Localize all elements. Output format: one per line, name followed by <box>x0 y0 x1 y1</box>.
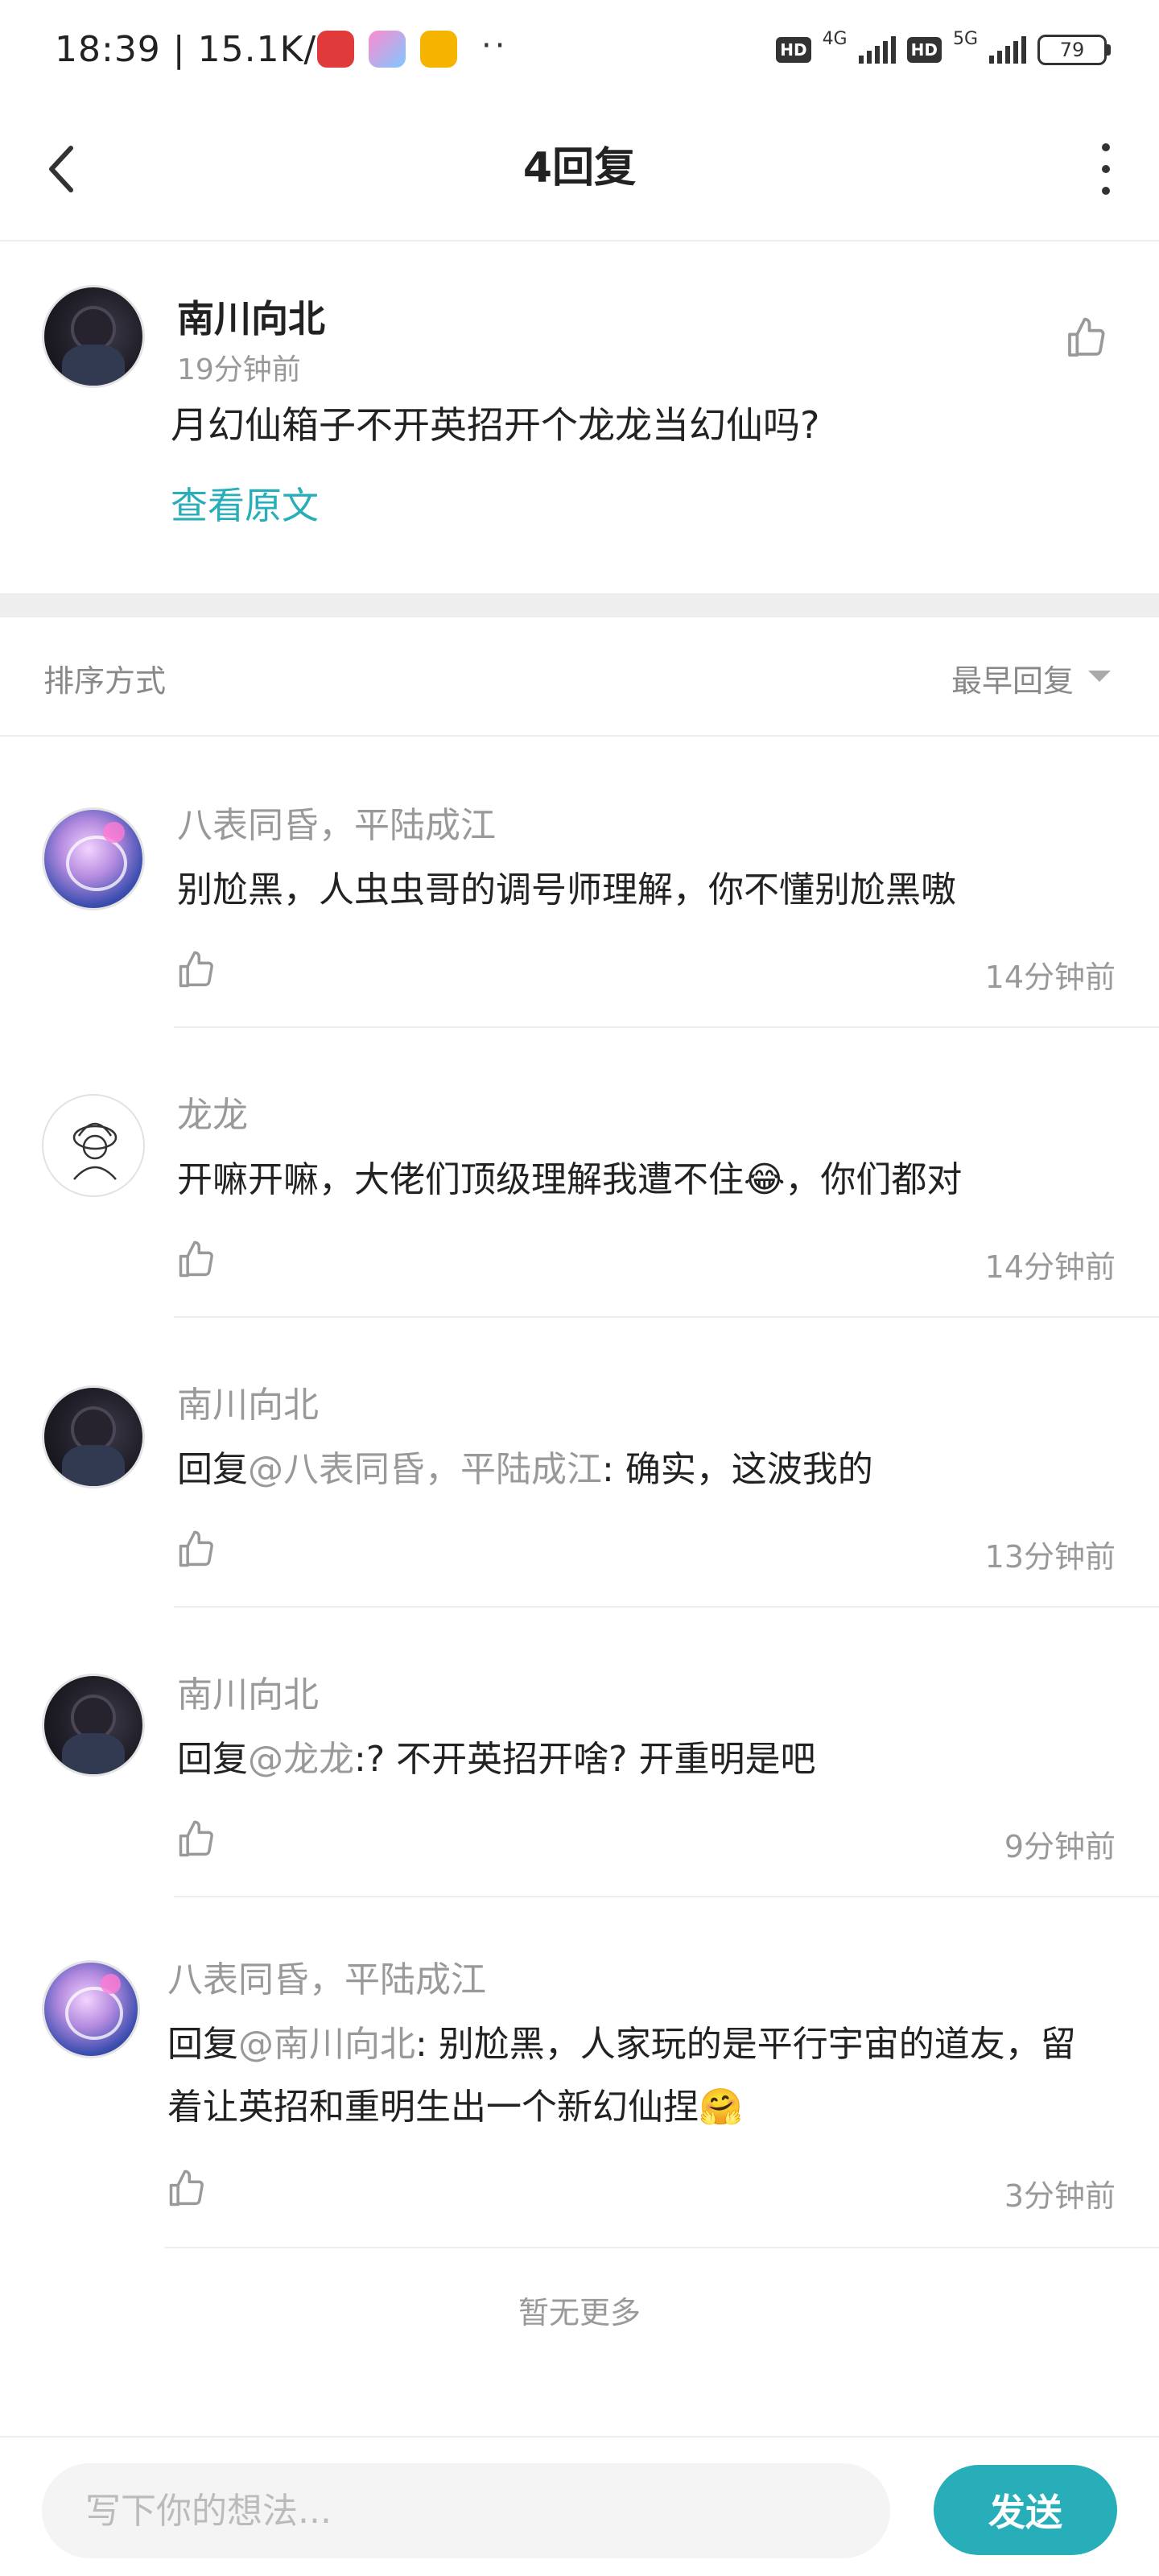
reply-author[interactable]: 八表同昏，平陆成江 <box>177 796 496 848</box>
network-type-label: 4G <box>822 28 848 49</box>
reply-prefix: 回复 <box>167 2024 238 2065</box>
reply-author[interactable]: 龙龙 <box>177 1086 248 1137</box>
network-type-label: 5G <box>952 28 978 49</box>
status-indicators: HD 4G HD 5G 79 <box>776 27 1111 72</box>
game-center-icon <box>369 31 406 68</box>
comment-text: 月幻仙箱子不开英招开个龙龙当幻仙吗? <box>171 403 820 447</box>
sort-bar: 排序方式 最早回复 <box>0 617 1159 737</box>
more-vertical-icon <box>1102 143 1110 151</box>
more-notifications-icon: ·· <box>481 27 509 64</box>
reply-body: :? 不开英招开啥? 开重明是吧 <box>354 1739 816 1780</box>
comment-author[interactable]: 南川向北 <box>177 290 325 343</box>
reply-time: 9分钟前 <box>1004 1829 1116 1864</box>
sketch-avatar-icon <box>72 1122 118 1180</box>
section-divider <box>0 593 1159 617</box>
hd-icon: HD <box>906 37 942 63</box>
like-button[interactable] <box>1064 316 1109 361</box>
reply-prefix: 回复 <box>177 1739 248 1780</box>
reply-text: 别尬黑，人虫虫哥的调号师理解，你不懂别尬黑嗷 <box>177 859 1111 922</box>
like-button[interactable] <box>175 1818 217 1860</box>
reply-body: : 确实，这波我的 <box>602 1449 873 1490</box>
sort-dropdown[interactable]: 最早回复 <box>951 656 1074 700</box>
avatar[interactable] <box>42 1960 140 2058</box>
caret-down-icon[interactable] <box>1088 671 1111 682</box>
hd-icon: HD <box>776 37 811 63</box>
reply-author[interactable]: 南川向北 <box>177 1666 319 1717</box>
status-time: 18:39 | 15.1K/s <box>55 29 336 70</box>
comment-composer: 发送 <box>0 2436 1159 2576</box>
view-original-link[interactable]: 查看原文 <box>171 477 319 530</box>
reply-item: 南川向北 回复@八表同昏，平陆成江: 确实，这波我的 13分钟前 <box>0 1318 1159 1608</box>
comment-input[interactable] <box>42 2463 890 2558</box>
comment-time: 19分钟前 <box>177 353 301 386</box>
netease-music-icon <box>317 31 354 68</box>
reply-body: 开嘛开嘛，大佬们顶级理解我遭不住😂，你们都对 <box>177 1159 963 1200</box>
avatar[interactable] <box>42 1385 145 1488</box>
reply-text: 开嘛开嘛，大佬们顶级理解我遭不住😂，你们都对 <box>177 1149 1111 1212</box>
reply-item: 八表同昏，平陆成江 回复@南川向北: 别尬黑，人家玩的是平行宇宙的道友，留着让英… <box>0 1897 1159 2248</box>
thumbs-up-icon <box>179 1820 213 1857</box>
reply-time: 3分钟前 <box>1004 2178 1116 2214</box>
reply-time: 13分钟前 <box>984 1539 1116 1575</box>
divider <box>164 2247 1159 2248</box>
reply-text: 回复@八表同昏，平陆成江: 确实，这波我的 <box>177 1439 1111 1501</box>
more-options-button[interactable] <box>1098 143 1114 195</box>
weibo-icon <box>420 31 457 68</box>
avatar[interactable] <box>42 1094 145 1197</box>
thumbs-up-icon <box>179 1241 213 1278</box>
reply-item: 龙龙 开嘛开嘛，大佬们顶级理解我遭不住😂，你们都对 14分钟前 <box>0 1028 1159 1318</box>
like-button[interactable] <box>175 1529 217 1571</box>
like-button[interactable] <box>175 949 217 991</box>
status-bar: 18:39 | 15.1K/s ·· HD 4G HD 5G 79 <box>0 0 1159 97</box>
send-button[interactable]: 发送 <box>934 2465 1117 2555</box>
reply-time: 14分钟前 <box>984 1249 1116 1285</box>
mention-link[interactable]: @龙龙 <box>248 1739 354 1780</box>
reply-author[interactable]: 南川向北 <box>177 1376 319 1427</box>
page-header: 4回复 <box>0 97 1159 242</box>
thumbs-up-icon <box>179 1530 213 1567</box>
reply-text: 回复@龙龙:? 不开英招开啥? 开重明是吧 <box>177 1728 1111 1791</box>
mention-link[interactable]: @八表同昏，平陆成江 <box>248 1449 602 1490</box>
page-title: 4回复 <box>522 144 637 192</box>
avatar[interactable] <box>42 1674 145 1777</box>
thumbs-up-icon <box>169 2169 204 2207</box>
reply-author[interactable]: 八表同昏，平陆成江 <box>167 1951 486 2002</box>
reply-item: 南川向北 回复@龙龙:? 不开英招开啥? 开重明是吧 9分钟前 <box>0 1608 1159 1897</box>
thumbs-up-icon <box>1068 317 1105 357</box>
like-button[interactable] <box>166 2168 208 2210</box>
avatar[interactable] <box>42 807 145 910</box>
original-comment: 南川向北 19分钟前 月幻仙箱子不开英招开个龙龙当幻仙吗? 查看原文 <box>0 243 1159 593</box>
reply-body: 别尬黑，人虫虫哥的调号师理解，你不懂别尬黑嗷 <box>177 869 956 910</box>
sort-label: 排序方式 <box>43 663 167 699</box>
thumbs-up-icon <box>179 951 213 988</box>
mention-link[interactable]: @南川向北 <box>238 2024 415 2065</box>
avatar[interactable] <box>42 285 145 388</box>
reply-item: 八表同昏，平陆成江 别尬黑，人虫虫哥的调号师理解，你不懂别尬黑嗷 14分钟前 <box>0 738 1159 1028</box>
like-button[interactable] <box>175 1239 217 1281</box>
reply-time: 14分钟前 <box>984 960 1116 995</box>
battery-icon: 79 <box>1037 35 1111 65</box>
reply-text: 回复@南川向北: 别尬黑，人家玩的是平行宇宙的道友，留着让英招和重明生出一个新幻… <box>167 2013 1077 2139</box>
signal-icon <box>858 36 896 64</box>
battery-level: 79 <box>1037 35 1107 65</box>
signal-icon <box>989 36 1026 64</box>
reply-prefix: 回复 <box>177 1449 248 1490</box>
no-more-label: 暂无更多 <box>518 2295 641 2330</box>
